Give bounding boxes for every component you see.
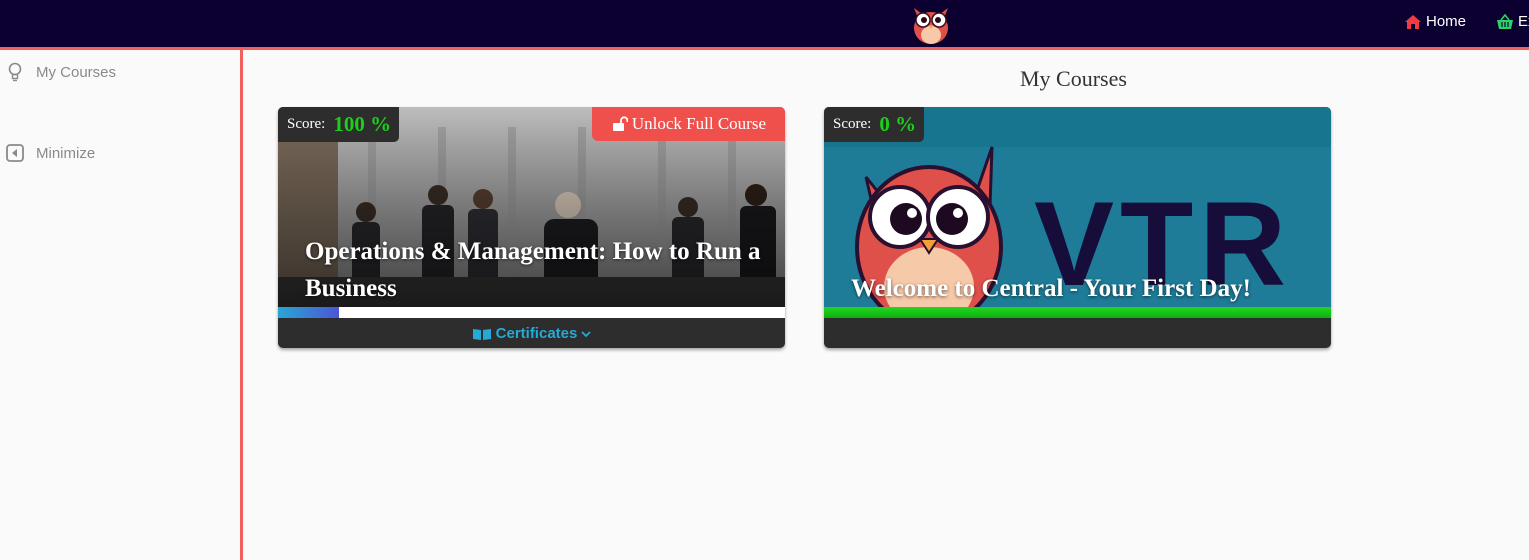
sidebar: My Courses Minimize	[0, 50, 243, 560]
unlock-icon	[612, 116, 628, 131]
sidebar-item-my-courses[interactable]: My Courses	[6, 62, 116, 82]
score-badge: Score: 0 %	[824, 107, 925, 142]
unlock-label: Unlock Full Course	[631, 114, 766, 133]
collapse-left-icon	[6, 144, 24, 162]
open-book-icon	[472, 328, 491, 340]
progress-bar	[278, 307, 785, 318]
chevron-down-icon	[581, 330, 591, 337]
top-bar: Home Ex	[0, 0, 1529, 50]
home-icon	[1405, 14, 1421, 29]
score-label: Score:	[287, 116, 326, 132]
unlock-full-course-button[interactable]: Unlock Full Course	[591, 107, 785, 141]
course-card[interactable]: VTR Score: 0 % Welcome to Central - Your…	[824, 107, 1331, 348]
course-card[interactable]: Score: 100 % Unlock Full Course Operatio…	[278, 107, 785, 348]
certificates-label: Certificates	[495, 325, 578, 342]
nav-ex-label: Ex	[1518, 13, 1529, 30]
page-title: My Courses	[1020, 66, 1127, 91]
course-title-line: Operations & Management: How to Run a	[305, 238, 761, 265]
score-badge: Score: 100 %	[278, 107, 400, 142]
basket-icon	[1497, 13, 1513, 29]
course-title-line: Business	[305, 275, 397, 302]
nav-ex-link[interactable]: Ex	[1496, 13, 1529, 30]
certificates-dropdown[interactable]: Certificates	[278, 325, 785, 342]
owl-logo-icon[interactable]	[908, 2, 954, 46]
sidebar-item-label: My Courses	[36, 63, 117, 81]
score-value: 100 %	[333, 112, 392, 136]
progress-bar	[824, 307, 1331, 318]
course-title: Operations & Management: How to Run a Bu…	[305, 233, 761, 307]
progress-fill	[824, 307, 1331, 318]
sidebar-item-label: Minimize	[36, 144, 96, 162]
nav-home-label: Home	[1426, 13, 1467, 30]
progress-fill	[278, 307, 339, 318]
nav-home-link[interactable]: Home	[1404, 13, 1466, 30]
score-value: 0 %	[879, 112, 917, 136]
course-title: Welcome to Central - Your First Day!	[851, 275, 1251, 302]
score-label: Score:	[833, 116, 872, 132]
sidebar-item-minimize[interactable]: Minimize	[6, 144, 95, 162]
lightbulb-icon	[8, 62, 22, 82]
